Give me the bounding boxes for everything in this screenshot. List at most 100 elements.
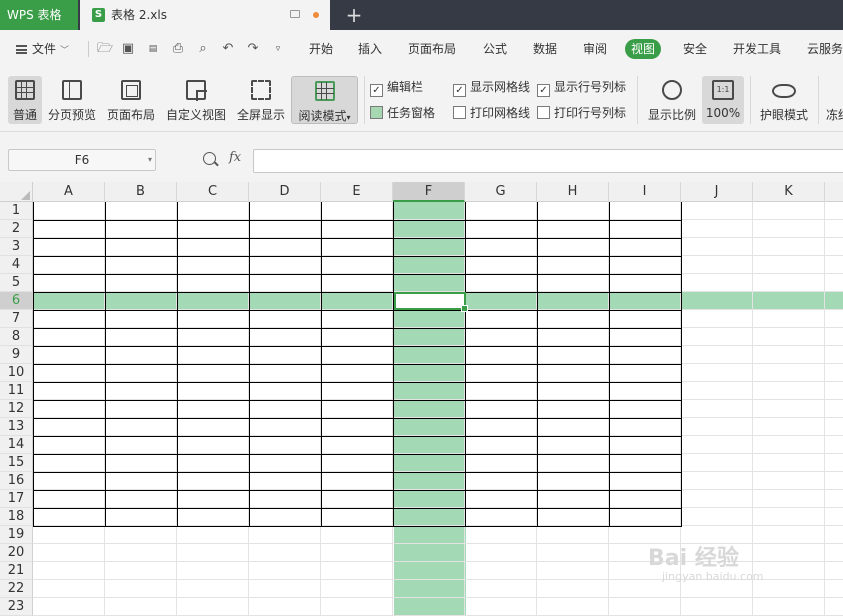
tab-data[interactable]: 数据 [533, 30, 557, 68]
row-header-9[interactable]: 9 [0, 346, 33, 364]
eye-protection-button[interactable]: 护眼模式 [757, 76, 811, 124]
select-all-corner[interactable] [0, 182, 33, 202]
column-header-i[interactable]: I [609, 182, 681, 202]
row-header-1[interactable]: 1 [0, 202, 33, 220]
spreadsheet-file-icon: S [92, 8, 105, 22]
row-header-2[interactable]: 2 [0, 220, 33, 238]
row-header-20[interactable]: 20 [0, 544, 33, 562]
undo-icon[interactable]: ↶ [221, 42, 235, 56]
row-header-15[interactable]: 15 [0, 454, 33, 472]
fullscreen-label: 全屏显示 [236, 108, 285, 122]
formula-input[interactable] [253, 149, 843, 173]
tab-formulas[interactable]: 公式 [483, 30, 507, 68]
name-box-value: F6 [74, 153, 90, 167]
tab-insert[interactable]: 插入 [358, 30, 382, 68]
toolbar-divider [88, 41, 89, 57]
baidu-watermark: Bai 经验 [648, 546, 739, 571]
column-header-k[interactable]: K [753, 182, 825, 202]
table-border-horizontal [33, 292, 682, 293]
column-header-b[interactable]: B [105, 182, 177, 202]
row-header-4[interactable]: 4 [0, 256, 33, 274]
column-header-a[interactable]: A [33, 182, 105, 202]
column-header-h[interactable]: H [537, 182, 609, 202]
page-layout-icon [121, 80, 141, 100]
row-header-11[interactable]: 11 [0, 382, 33, 400]
page-layout-button[interactable]: 页面布局 [104, 76, 158, 124]
column-header-f[interactable]: F [393, 182, 465, 202]
document-tab[interactable]: S 表格 2.xls [80, 0, 330, 30]
table-border-horizontal [33, 256, 682, 257]
chevron-down-icon: ﹀ [60, 46, 70, 56]
table-border-horizontal [33, 364, 682, 365]
freeze-panes-button[interactable]: 冻结 [826, 76, 843, 124]
row-header-22[interactable]: 22 [0, 580, 33, 598]
tab-page-layout[interactable]: 页面布局 [408, 30, 456, 68]
page-break-preview-icon [62, 80, 82, 100]
monitor-icon[interactable] [290, 10, 300, 18]
tab-developer[interactable]: 开发工具 [733, 30, 781, 68]
show-gridlines-checkbox[interactable]: ✓ 显示网格线 [453, 78, 530, 97]
custom-view-label: 自定义视图 [165, 108, 226, 122]
row-header-12[interactable]: 12 [0, 400, 33, 418]
page-break-preview-button[interactable]: 分页预览 [46, 76, 98, 124]
eye-protection-label: 护眼模式 [759, 108, 808, 122]
save-icon[interactable]: ▣ [121, 42, 135, 56]
table-border-horizontal [33, 400, 682, 401]
fullscreen-button[interactable]: 全屏显示 [234, 76, 288, 124]
chevron-down-icon: ▾ [147, 155, 152, 164]
row-header-14[interactable]: 14 [0, 436, 33, 454]
column-header-j[interactable]: J [681, 182, 753, 202]
show-headings-checkbox[interactable]: ✓ 显示行号列标 [537, 78, 626, 97]
zoom-100-label: 100% [705, 106, 741, 120]
reading-mode-icon [314, 81, 335, 101]
row-header-7[interactable]: 7 [0, 310, 33, 328]
zoom-button[interactable]: 显示比例 [645, 76, 699, 124]
table-border-horizontal [33, 526, 682, 527]
formula-bar-checkbox[interactable]: ✓ 编辑栏 [370, 78, 423, 97]
tab-cloud[interactable]: 云服务 [807, 30, 843, 68]
find-icon[interactable] [203, 152, 216, 165]
tab-review[interactable]: 审阅 [583, 30, 607, 68]
redo-icon[interactable]: ↷ [246, 42, 260, 56]
file-menu-button[interactable]: 文件 ﹀ [16, 30, 69, 68]
row-header-21[interactable]: 21 [0, 562, 33, 580]
print-headings-checkbox[interactable]: 打印行号列标 [537, 104, 626, 122]
row-header-3[interactable]: 3 [0, 238, 33, 256]
active-cell[interactable] [394, 292, 468, 312]
export-pdf-icon[interactable]: ▤ [146, 42, 160, 56]
row-header-17[interactable]: 17 [0, 490, 33, 508]
column-header-e[interactable]: E [321, 182, 393, 202]
row-header-10[interactable]: 10 [0, 364, 33, 382]
tab-security[interactable]: 安全 [683, 30, 707, 68]
task-pane-checkbox[interactable]: 任务窗格 [370, 104, 435, 122]
column-header-g[interactable]: G [465, 182, 537, 202]
column-header-d[interactable]: D [249, 182, 321, 202]
customize-toolbar-icon[interactable]: ▿ [271, 42, 285, 56]
zoom-100-button[interactable]: 1:1 100% [702, 76, 744, 124]
row-header-23[interactable]: 23 [0, 598, 33, 616]
row-header-6[interactable]: 6 [0, 292, 33, 310]
row-header-8[interactable]: 8 [0, 328, 33, 346]
row-header-18[interactable]: 18 [0, 508, 33, 526]
reading-mode-button[interactable]: 阅读模式▾ [291, 76, 358, 124]
column-header-c[interactable]: C [177, 182, 249, 202]
print-gridlines-checkbox[interactable]: 打印网格线 [453, 104, 530, 122]
row-header-16[interactable]: 16 [0, 472, 33, 490]
print-icon[interactable]: ⎙ [171, 42, 185, 56]
table-border-horizontal [33, 310, 682, 311]
tab-home[interactable]: 开始 [309, 30, 333, 68]
custom-view-button[interactable]: 自定义视图 [164, 76, 228, 124]
row-header-19[interactable]: 19 [0, 526, 33, 544]
open-folder-icon[interactable]: 🗁 [97, 42, 113, 56]
table-border-horizontal [33, 490, 682, 491]
print-preview-icon[interactable]: ⌕ [196, 42, 210, 56]
new-tab-button[interactable]: + [344, 3, 364, 27]
wps-app-tab[interactable]: WPS 表格 [0, 0, 78, 30]
row-header-13[interactable]: 13 [0, 418, 33, 436]
normal-view-button[interactable]: 普通 [8, 76, 42, 124]
insert-function-icon[interactable]: fx [229, 150, 241, 165]
table-border-horizontal [33, 328, 682, 329]
name-box[interactable]: F6 ▾ [8, 149, 156, 171]
tab-view[interactable]: 视图 [625, 39, 662, 59]
row-header-5[interactable]: 5 [0, 274, 33, 292]
